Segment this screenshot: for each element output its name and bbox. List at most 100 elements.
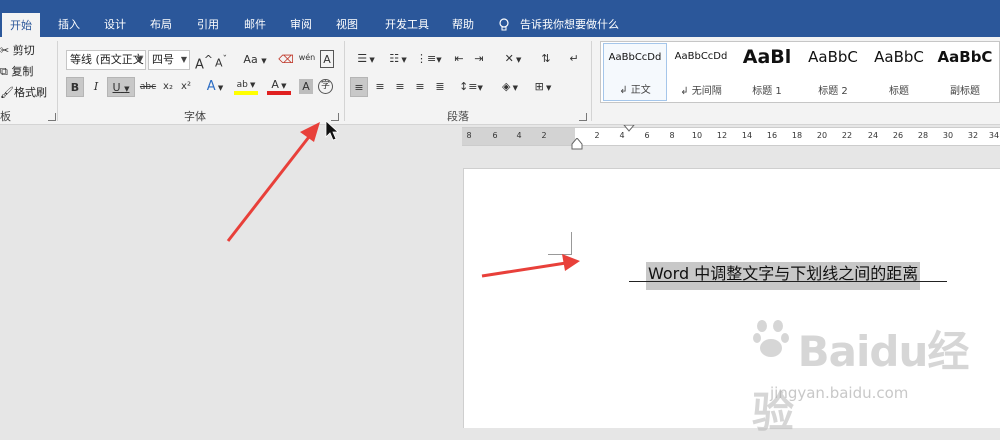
bold-button[interactable]: B xyxy=(66,77,84,97)
paragraph-group-label: 段落 xyxy=(447,110,469,123)
increase-indent-icon[interactable]: ⇥ xyxy=(471,49,487,69)
tell-me-search[interactable]: 告诉我你想要做什么 xyxy=(520,12,619,37)
ruler-tick: 6 xyxy=(492,131,498,140)
font-name-combo[interactable]: 等线 (西文正文 ▼ xyxy=(66,50,146,70)
font-group-label: 字体 xyxy=(184,110,206,123)
font-name-value: 等线 (西文正文 xyxy=(70,53,144,66)
character-border-button[interactable]: A xyxy=(320,50,334,68)
superscript-button[interactable]: x² xyxy=(179,77,193,97)
eraser-icon[interactable]: ⌫ xyxy=(278,50,294,70)
scissors-icon: ✂ xyxy=(0,44,10,57)
tab-help[interactable]: 帮助 xyxy=(446,12,480,37)
tab-mailings[interactable]: 邮件 xyxy=(238,12,272,37)
paragraph-dialog-launcher[interactable] xyxy=(579,113,587,121)
document-heading[interactable]: Word 中调整文字与下划线之间的距离 xyxy=(646,262,921,290)
font-size-combo[interactable]: 四号 ▼ xyxy=(148,50,190,70)
style-name: 标题 xyxy=(889,86,909,97)
style-name: 标题 1 xyxy=(752,86,782,97)
grow-font-button[interactable]: A^ xyxy=(195,50,213,72)
borders-icon[interactable]: ⊞ ▼ xyxy=(530,77,556,97)
font-color-button[interactable]: A ▼ xyxy=(267,75,291,95)
tab-home[interactable]: 开始 xyxy=(2,13,40,37)
ruler-tick: 8 xyxy=(466,131,472,140)
highlight-color-button[interactable]: ab ▼ xyxy=(234,75,258,95)
tab-references[interactable]: 引用 xyxy=(191,12,225,37)
baidu-watermark: Baidu经验 xyxy=(752,318,1000,440)
change-case-button[interactable]: Aa ▼ xyxy=(241,50,269,70)
copy-button[interactable]: ⧉ 复制 xyxy=(0,62,33,82)
ruler-tick: 12 xyxy=(716,131,728,140)
distributed-icon[interactable]: ≣ xyxy=(432,77,448,97)
character-border-label: A xyxy=(323,53,331,66)
subscript-label: x₂ xyxy=(163,81,173,92)
align-right-icon[interactable]: ≡ xyxy=(392,77,408,97)
heading-underline xyxy=(629,281,947,282)
character-shading-button[interactable]: A xyxy=(299,79,313,94)
text-effects-button[interactable]: A ▼ xyxy=(204,77,226,97)
font-color-label: A xyxy=(271,78,279,91)
style-normal[interactable]: AaBbCcDd ↲ 正文 xyxy=(603,43,667,101)
align-center-icon[interactable]: ≡ xyxy=(372,77,388,97)
tab-review[interactable]: 审阅 xyxy=(284,12,318,37)
horizontal-ruler[interactable]: 8 6 4 2 2 4 6 8 10 12 14 16 18 20 22 24 … xyxy=(462,125,1000,150)
ribbon-home: ✂ 剪切 ⧉ 复制 🖌格式刷 板 等线 (西文正文 ▼ 四号 ▼ A^ Aˇ Aa … xyxy=(0,37,1000,125)
font-dialog-launcher[interactable] xyxy=(331,113,339,121)
lightbulb-icon xyxy=(498,12,510,37)
enclose-characters-button[interactable]: 字 xyxy=(318,79,333,94)
tab-view[interactable]: 视图 xyxy=(330,12,364,37)
subscript-button[interactable]: x₂ xyxy=(161,77,175,97)
phonetic-guide-button[interactable]: wén xyxy=(298,48,316,68)
cut-button[interactable]: ✂ 剪切 xyxy=(0,41,35,61)
italic-button[interactable]: I xyxy=(88,77,104,97)
tab-developer[interactable]: 开发工具 xyxy=(378,12,436,37)
ruler-tick: 34 xyxy=(988,131,1000,140)
style-no-spacing[interactable]: AaBbCcDd ↲ 无间隔 xyxy=(669,43,733,101)
paw-icon xyxy=(753,320,789,357)
multilevel-list-icon[interactable]: ⋮≡▼ xyxy=(416,49,442,69)
style-name: ↲ 正文 xyxy=(619,85,651,96)
chevron-down-icon: ▼ xyxy=(180,55,187,64)
paragraph-shading-icon[interactable]: ◈ ▼ xyxy=(497,77,523,97)
watermark-brand: Baidu经验 xyxy=(752,327,969,437)
group-divider xyxy=(591,41,592,121)
ruler-tick: 10 xyxy=(691,131,703,140)
change-case-label: Aa xyxy=(243,53,258,66)
text-effects-label: A xyxy=(206,79,216,94)
bullets-icon[interactable]: ☰ ▼ xyxy=(352,49,380,69)
ruler-tick: 26 xyxy=(892,131,904,140)
style-preview: AaBbCcDd xyxy=(674,51,728,62)
style-title[interactable]: AaBbC 标题 xyxy=(867,43,931,101)
ribbon-tab-bar: 开始 插入 设计 布局 引用 邮件 审阅 视图 开发工具 帮助 告诉我你想要做什… xyxy=(0,8,1000,37)
justify-icon[interactable]: ≡ xyxy=(412,77,428,97)
style-name: 副标题 xyxy=(950,86,980,97)
show-marks-icon[interactable]: ↵ xyxy=(567,49,581,69)
group-divider xyxy=(57,41,58,121)
style-preview: AaBbCcDd xyxy=(608,52,662,63)
style-preview: AaBbC xyxy=(874,48,924,66)
clipboard-dialog-launcher[interactable] xyxy=(48,113,56,121)
numbering-icon[interactable]: ☷ ▼ xyxy=(384,49,412,69)
strikethrough-button[interactable]: abc xyxy=(138,77,158,97)
style-subtitle[interactable]: AaBbC 副标题 xyxy=(933,43,997,101)
format-painter-button[interactable]: 🖌格式刷 xyxy=(0,83,47,103)
sort-icon[interactable]: ⇅ xyxy=(538,49,554,69)
style-preview: AaBl xyxy=(742,46,792,68)
margin-crop-mark xyxy=(548,254,572,255)
hanging-indent-marker[interactable] xyxy=(571,138,583,150)
tab-insert[interactable]: 插入 xyxy=(52,12,86,37)
first-line-indent-marker[interactable] xyxy=(623,125,635,133)
shrink-font-button[interactable]: Aˇ xyxy=(214,50,228,70)
tab-design[interactable]: 设计 xyxy=(98,12,132,37)
tab-layout[interactable]: 布局 xyxy=(144,12,178,37)
align-left-icon[interactable]: ≡ xyxy=(350,77,368,97)
style-heading-2[interactable]: AaBbC 标题 2 xyxy=(801,43,865,101)
ruler-tick: 20 xyxy=(816,131,828,140)
ruler-tick: 16 xyxy=(766,131,778,140)
style-heading-1[interactable]: AaBl 标题 1 xyxy=(735,43,799,101)
decrease-indent-icon[interactable]: ⇤ xyxy=(451,49,467,69)
enclose-characters-label: 字 xyxy=(320,81,330,91)
underline-button[interactable]: U ▼ xyxy=(107,77,135,97)
chevron-down-icon: ▼ xyxy=(136,55,143,64)
line-spacing-icon[interactable]: ↕≡▼ xyxy=(458,77,484,97)
asian-layout-icon[interactable]: ✕ ▼ xyxy=(500,49,526,69)
